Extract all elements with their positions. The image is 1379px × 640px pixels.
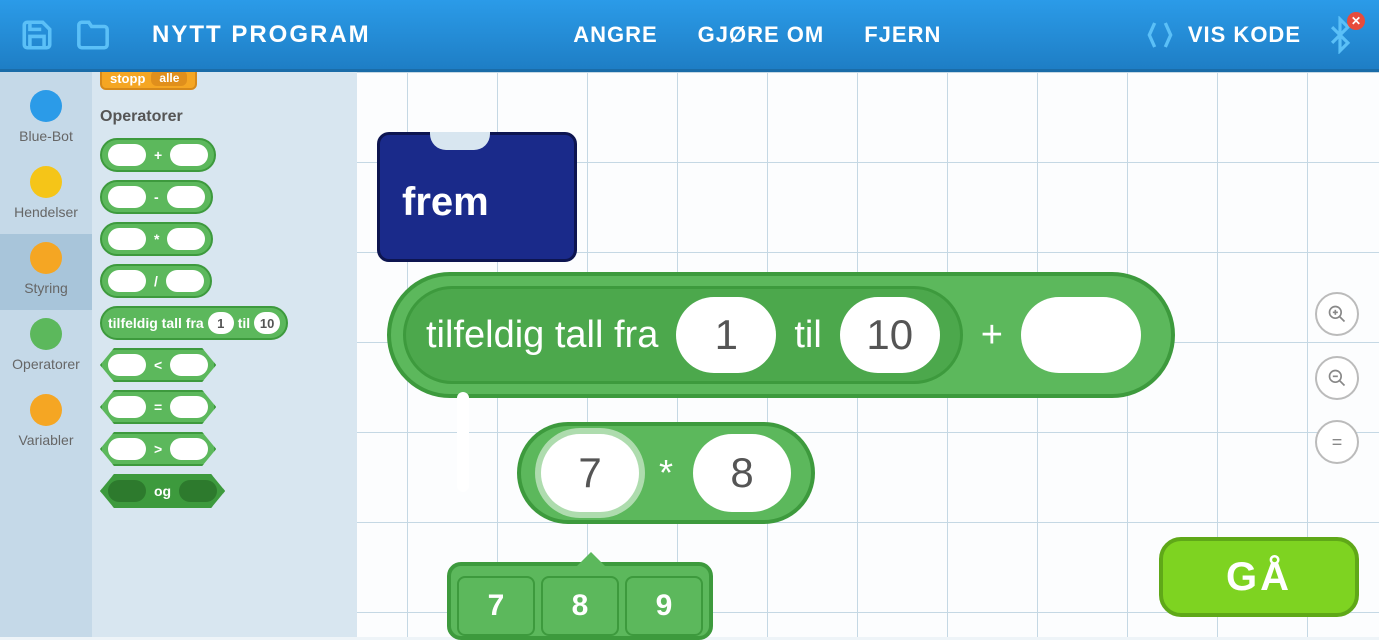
category-label: Blue-Bot [19, 128, 73, 144]
zoom-in-button[interactable] [1315, 292, 1359, 336]
random-from-input[interactable]: 1 [676, 297, 776, 373]
random-to-input[interactable]: 10 [840, 297, 940, 373]
operator-plus-block[interactable]: + [100, 138, 216, 172]
block-notch [430, 132, 490, 150]
keypad-9[interactable]: 9 [625, 576, 703, 636]
category-label: Operatorer [12, 356, 80, 372]
operand-slot [170, 438, 208, 460]
operand-slot [108, 396, 146, 418]
operator-mult-block[interactable]: * [100, 222, 213, 256]
plus-operator-block[interactable]: tilfeldig tall fra 1 til 10 + [387, 272, 1175, 398]
show-code-button[interactable]: VIS KODE [1144, 19, 1301, 51]
operator-gt-block[interactable]: > [100, 432, 216, 466]
operator-og-block[interactable]: og [100, 474, 225, 508]
stop-label: stopp [110, 72, 145, 86]
minus-symbol: - [150, 189, 163, 205]
control-color-icon [30, 242, 62, 274]
mult-symbol: * [659, 452, 673, 494]
plus-symbol: + [150, 147, 166, 163]
eq-symbol: = [150, 399, 166, 415]
plus-symbol: + [981, 314, 1003, 357]
plus-right-input[interactable] [1021, 297, 1141, 373]
open-icon[interactable] [74, 18, 112, 52]
frem-block[interactable]: frem [377, 132, 577, 262]
random-label-mid: til [794, 314, 821, 357]
program-title[interactable]: NYTT PROGRAM [152, 21, 371, 49]
mult-symbol: * [150, 231, 163, 247]
zoom-in-icon [1327, 304, 1347, 324]
operator-minus-block[interactable]: - [100, 180, 213, 214]
bluetooth-status-badge: ✕ [1347, 12, 1365, 30]
random-label-pre: tilfeldig tall fra [108, 315, 204, 331]
category-label: Variabler [19, 432, 74, 448]
random-from-slot: 1 [208, 312, 234, 334]
operand-slot [167, 186, 205, 208]
operand-slot [170, 144, 208, 166]
operators-color-icon [30, 318, 62, 350]
text-cursor [457, 392, 469, 492]
gt-symbol: > [150, 441, 166, 457]
operand-slot [170, 354, 208, 376]
zoom-out-icon [1327, 368, 1347, 388]
zoom-controls: = [1315, 292, 1359, 464]
palette-heading: Operatorer [100, 108, 349, 126]
lt-symbol: < [150, 357, 166, 373]
undo-button[interactable]: ANGRE [573, 22, 657, 48]
bluetooth-button[interactable]: ✕ [1321, 16, 1359, 54]
category-bluebot[interactable]: Blue-Bot [0, 82, 92, 158]
operand-slot [170, 396, 208, 418]
numeric-keypad: 7 8 9 [447, 562, 713, 640]
go-button[interactable]: GÅ [1159, 537, 1359, 617]
zoom-out-button[interactable] [1315, 356, 1359, 400]
category-sidebar: Blue-Bot Hendelser Styring Operatorer Va… [0, 72, 92, 637]
stop-block[interactable]: stopp alle [100, 72, 197, 90]
events-color-icon [30, 166, 62, 198]
redo-button[interactable]: GJØRE OM [698, 22, 825, 48]
operand-slot [167, 228, 205, 250]
operand-slot [108, 438, 146, 460]
app-header: NYTT PROGRAM ANGRE GJØRE OM FJERN VIS KO… [0, 0, 1379, 72]
random-label-pre: tilfeldig tall fra [426, 314, 658, 357]
mult-right-input[interactable]: 8 [693, 434, 791, 512]
zoom-reset-button[interactable]: = [1315, 420, 1359, 464]
operand-slot [108, 270, 146, 292]
category-control[interactable]: Styring [0, 234, 92, 310]
operand-slot [166, 270, 204, 292]
main-area: Blue-Bot Hendelser Styring Operatorer Va… [0, 72, 1379, 637]
operator-lt-block[interactable]: < [100, 348, 216, 382]
clear-button[interactable]: FJERN [864, 22, 941, 48]
code-icon [1144, 19, 1176, 51]
block-palette: stopp alle Operatorer + - * / tilfeldig … [92, 72, 357, 637]
mult-operator-block[interactable]: 7 * 8 [517, 422, 815, 524]
keypad-8[interactable]: 8 [541, 576, 619, 636]
random-label-mid: til [238, 315, 250, 331]
operand-slot [179, 480, 217, 502]
operator-eq-block[interactable]: = [100, 390, 216, 424]
mult-left-input[interactable]: 7 [541, 434, 639, 512]
stop-option: alle [151, 72, 187, 86]
operand-slot [108, 480, 146, 502]
variables-color-icon [30, 394, 62, 426]
category-label: Styring [24, 280, 68, 296]
frem-label: frem [402, 180, 489, 225]
save-icon[interactable] [20, 18, 54, 52]
random-to-slot: 10 [254, 312, 280, 334]
div-symbol: / [150, 273, 162, 289]
operator-random-block[interactable]: tilfeldig tall fra 1 til 10 [100, 306, 288, 340]
operand-slot [108, 144, 146, 166]
category-variables[interactable]: Variabler [0, 386, 92, 462]
operand-slot [108, 186, 146, 208]
keypad-7[interactable]: 7 [457, 576, 535, 636]
bluebot-color-icon [30, 90, 62, 122]
category-operators[interactable]: Operatorer [0, 310, 92, 386]
operator-div-block[interactable]: / [100, 264, 212, 298]
show-code-label: VIS KODE [1188, 22, 1301, 48]
category-events[interactable]: Hendelser [0, 158, 92, 234]
script-canvas[interactable]: frem tilfeldig tall fra 1 til 10 + 7 * 8… [357, 72, 1379, 637]
operand-slot [108, 354, 146, 376]
random-operator-block[interactable]: tilfeldig tall fra 1 til 10 [403, 286, 963, 384]
category-label: Hendelser [14, 204, 78, 220]
og-symbol: og [150, 483, 175, 499]
operand-slot [108, 228, 146, 250]
